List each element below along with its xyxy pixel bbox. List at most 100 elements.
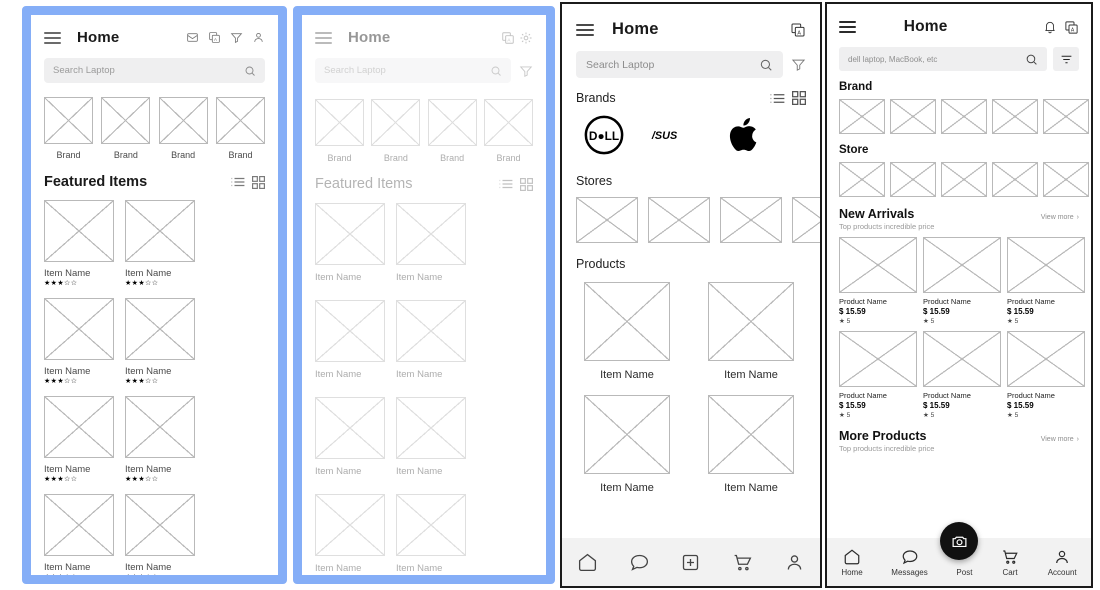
item-card[interactable]: Item Name ★★★☆☆ bbox=[44, 200, 114, 287]
item-card[interactable]: Item Name bbox=[396, 203, 466, 283]
filter-icon[interactable] bbox=[519, 64, 533, 78]
product-card[interactable]: Product Name $ 15.59 ★ 5 bbox=[1007, 331, 1085, 419]
list-view-icon[interactable] bbox=[770, 92, 785, 105]
item-card[interactable]: Item Name ★★★☆☆ bbox=[44, 298, 114, 385]
search-icon[interactable] bbox=[759, 58, 773, 72]
nav-account[interactable]: Account bbox=[1048, 548, 1077, 577]
mail-icon[interactable] bbox=[186, 31, 199, 44]
product-card[interactable]: Product Name $ 15.59 ★ 5 bbox=[923, 331, 1001, 419]
store-tile[interactable] bbox=[941, 162, 987, 197]
item-card[interactable]: Item Name bbox=[396, 300, 466, 380]
section-title: Featured Items bbox=[315, 176, 413, 192]
store-tile[interactable] bbox=[992, 162, 1038, 197]
item-card[interactable]: Item Name bbox=[315, 203, 385, 283]
item-image-placeholder bbox=[44, 298, 114, 360]
store-image-placeholder[interactable] bbox=[576, 197, 638, 243]
hamburger-menu-icon[interactable] bbox=[576, 23, 594, 36]
brand-item[interactable]: Brand bbox=[483, 99, 533, 163]
product-card[interactable]: Product Name $ 15.59 ★ 5 bbox=[923, 237, 1001, 325]
item-rating: ★★★☆☆ bbox=[44, 574, 78, 581]
brand-item[interactable]: Brand bbox=[158, 97, 208, 160]
item-card[interactable]: Item Name ★★★☆☆ bbox=[125, 494, 195, 575]
item-card[interactable]: Item Name bbox=[315, 300, 385, 380]
item-card[interactable]: Item Name bbox=[396, 494, 466, 574]
person-icon[interactable] bbox=[252, 31, 265, 44]
product-card[interactable]: Item Name bbox=[584, 395, 670, 494]
translate-document-icon[interactable]: A bbox=[790, 22, 806, 38]
search-input[interactable]: Search Laptop bbox=[576, 51, 783, 78]
brand-item[interactable]: Brand bbox=[315, 99, 364, 163]
brand-tile[interactable] bbox=[1043, 99, 1089, 134]
search-input[interactable]: dell laptop, MacBook, etc bbox=[839, 47, 1047, 71]
item-card[interactable]: Item Name ★★★☆☆ bbox=[44, 494, 114, 581]
store-image-placeholder[interactable] bbox=[720, 197, 782, 243]
product-card[interactable]: Item Name bbox=[708, 282, 794, 381]
add-box-icon[interactable] bbox=[680, 552, 701, 573]
product-card[interactable]: Product Name $ 15.59 ★ 5 bbox=[839, 331, 917, 419]
item-rating: ★★★☆☆ bbox=[125, 378, 159, 385]
cart-icon[interactable] bbox=[732, 552, 753, 573]
store-image-placeholder[interactable] bbox=[792, 197, 820, 243]
store-tile[interactable] bbox=[890, 162, 936, 197]
search-icon[interactable] bbox=[244, 65, 256, 77]
brand-tile[interactable] bbox=[992, 99, 1038, 134]
product-card[interactable]: Product Name $ 15.59 ★ 5 bbox=[1007, 237, 1085, 325]
grid-view-icon[interactable] bbox=[252, 175, 265, 189]
apple-logo[interactable] bbox=[728, 115, 762, 160]
hamburger-menu-icon[interactable] bbox=[839, 21, 856, 33]
translate-document-icon[interactable]: A bbox=[208, 31, 221, 44]
home-icon[interactable] bbox=[577, 552, 598, 573]
search-icon[interactable] bbox=[490, 65, 502, 77]
filter-button[interactable] bbox=[1053, 47, 1079, 71]
store-tile[interactable] bbox=[1043, 162, 1089, 197]
brand-tile[interactable] bbox=[839, 99, 885, 134]
dell-logo[interactable]: D●LL bbox=[584, 115, 624, 160]
product-card[interactable]: Product Name $ 15.59 ★ 5 bbox=[839, 237, 917, 325]
view-more-link[interactable]: View more › bbox=[1041, 214, 1079, 221]
brand-label: Brand bbox=[327, 153, 352, 163]
brand-image-placeholder bbox=[483, 99, 533, 146]
brand-item[interactable]: Brand bbox=[215, 97, 265, 160]
product-card[interactable]: Item Name bbox=[584, 282, 670, 381]
hamburger-menu-icon[interactable] bbox=[315, 31, 332, 44]
translate-document-icon[interactable]: A bbox=[501, 31, 515, 45]
brand-item[interactable]: Brand bbox=[44, 97, 93, 160]
product-card[interactable]: Item Name bbox=[708, 395, 794, 494]
nav-messages[interactable]: Messages bbox=[891, 548, 928, 577]
asus-logo[interactable]: /SUS bbox=[650, 124, 702, 151]
brand-item[interactable]: Brand bbox=[101, 97, 151, 160]
grid-view-icon[interactable] bbox=[792, 91, 806, 105]
store-image-placeholder[interactable] bbox=[648, 197, 710, 243]
brand-tile[interactable] bbox=[941, 99, 987, 134]
grid-view-icon[interactable] bbox=[520, 177, 533, 191]
filter-icon[interactable] bbox=[791, 57, 806, 72]
gear-icon[interactable] bbox=[519, 31, 533, 45]
view-more-link[interactable]: View more › bbox=[1041, 436, 1079, 443]
item-card[interactable]: Item Name bbox=[315, 397, 385, 477]
nav-label: Account bbox=[1047, 567, 1077, 577]
item-card[interactable]: Item Name ★★★☆☆ bbox=[44, 396, 114, 483]
nav-home[interactable]: Home bbox=[841, 548, 863, 577]
item-card[interactable]: Item Name bbox=[396, 397, 466, 477]
person-icon[interactable] bbox=[784, 552, 805, 573]
item-card[interactable]: Item Name ★★★☆☆ bbox=[125, 200, 195, 287]
translate-document-icon[interactable]: A bbox=[1064, 20, 1079, 35]
list-view-icon[interactable] bbox=[499, 178, 513, 190]
brand-tile[interactable] bbox=[890, 99, 936, 134]
item-card[interactable]: Item Name bbox=[315, 494, 385, 574]
hamburger-menu-icon[interactable] bbox=[44, 31, 61, 44]
search-input[interactable]: Search Laptop bbox=[315, 58, 511, 83]
nav-cart[interactable]: Cart bbox=[1001, 548, 1019, 577]
post-button[interactable] bbox=[940, 522, 978, 560]
item-card[interactable]: Item Name ★★★☆☆ bbox=[125, 298, 195, 385]
list-view-icon[interactable] bbox=[231, 176, 245, 188]
chat-icon[interactable] bbox=[629, 552, 650, 573]
brand-item[interactable]: Brand bbox=[427, 99, 477, 163]
brand-item[interactable]: Brand bbox=[371, 99, 421, 163]
search-input[interactable]: Search Laptop bbox=[44, 58, 265, 83]
bell-icon[interactable] bbox=[1043, 20, 1057, 34]
search-icon[interactable] bbox=[1025, 53, 1038, 66]
store-tile[interactable] bbox=[839, 162, 885, 197]
item-card[interactable]: Item Name ★★★☆☆ bbox=[125, 396, 195, 483]
filter-icon[interactable] bbox=[230, 31, 243, 44]
